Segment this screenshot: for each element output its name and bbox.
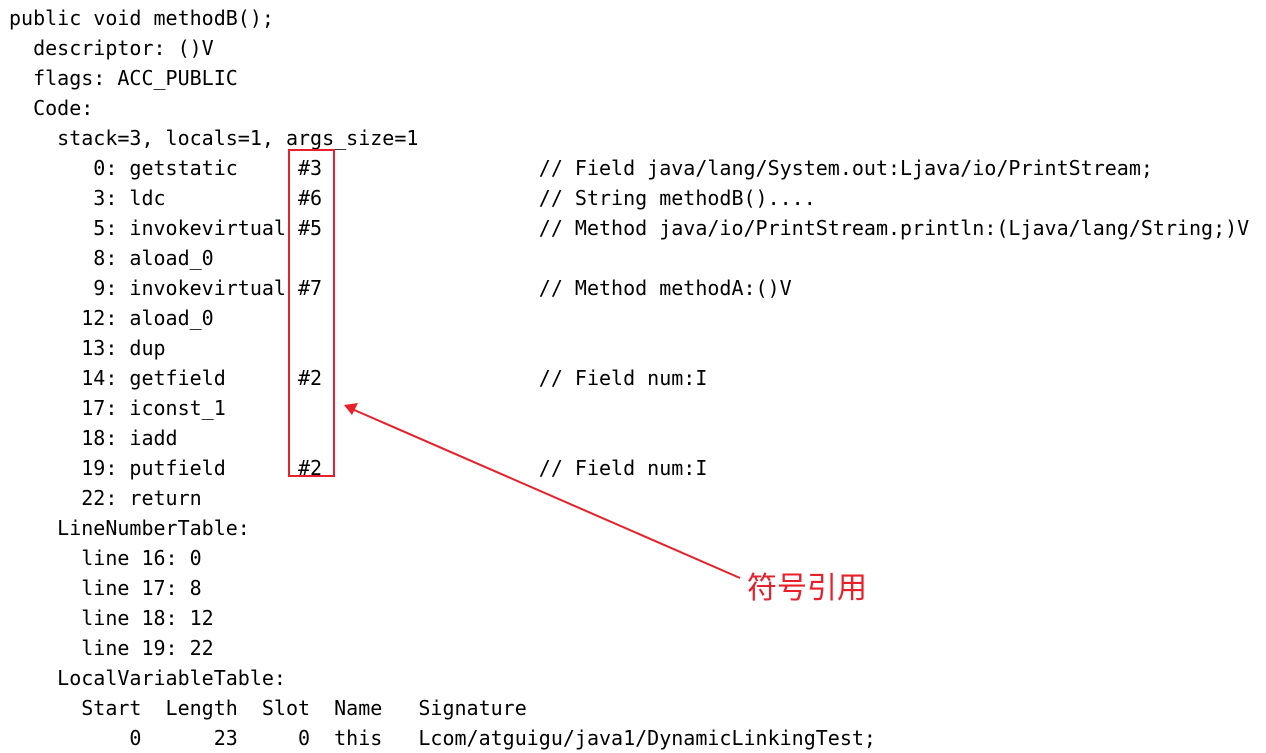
annotation-label: 符号引用	[747, 571, 867, 606]
arrow-line	[351, 408, 741, 579]
arrow-head	[344, 403, 358, 415]
annotation-arrow	[344, 403, 741, 579]
